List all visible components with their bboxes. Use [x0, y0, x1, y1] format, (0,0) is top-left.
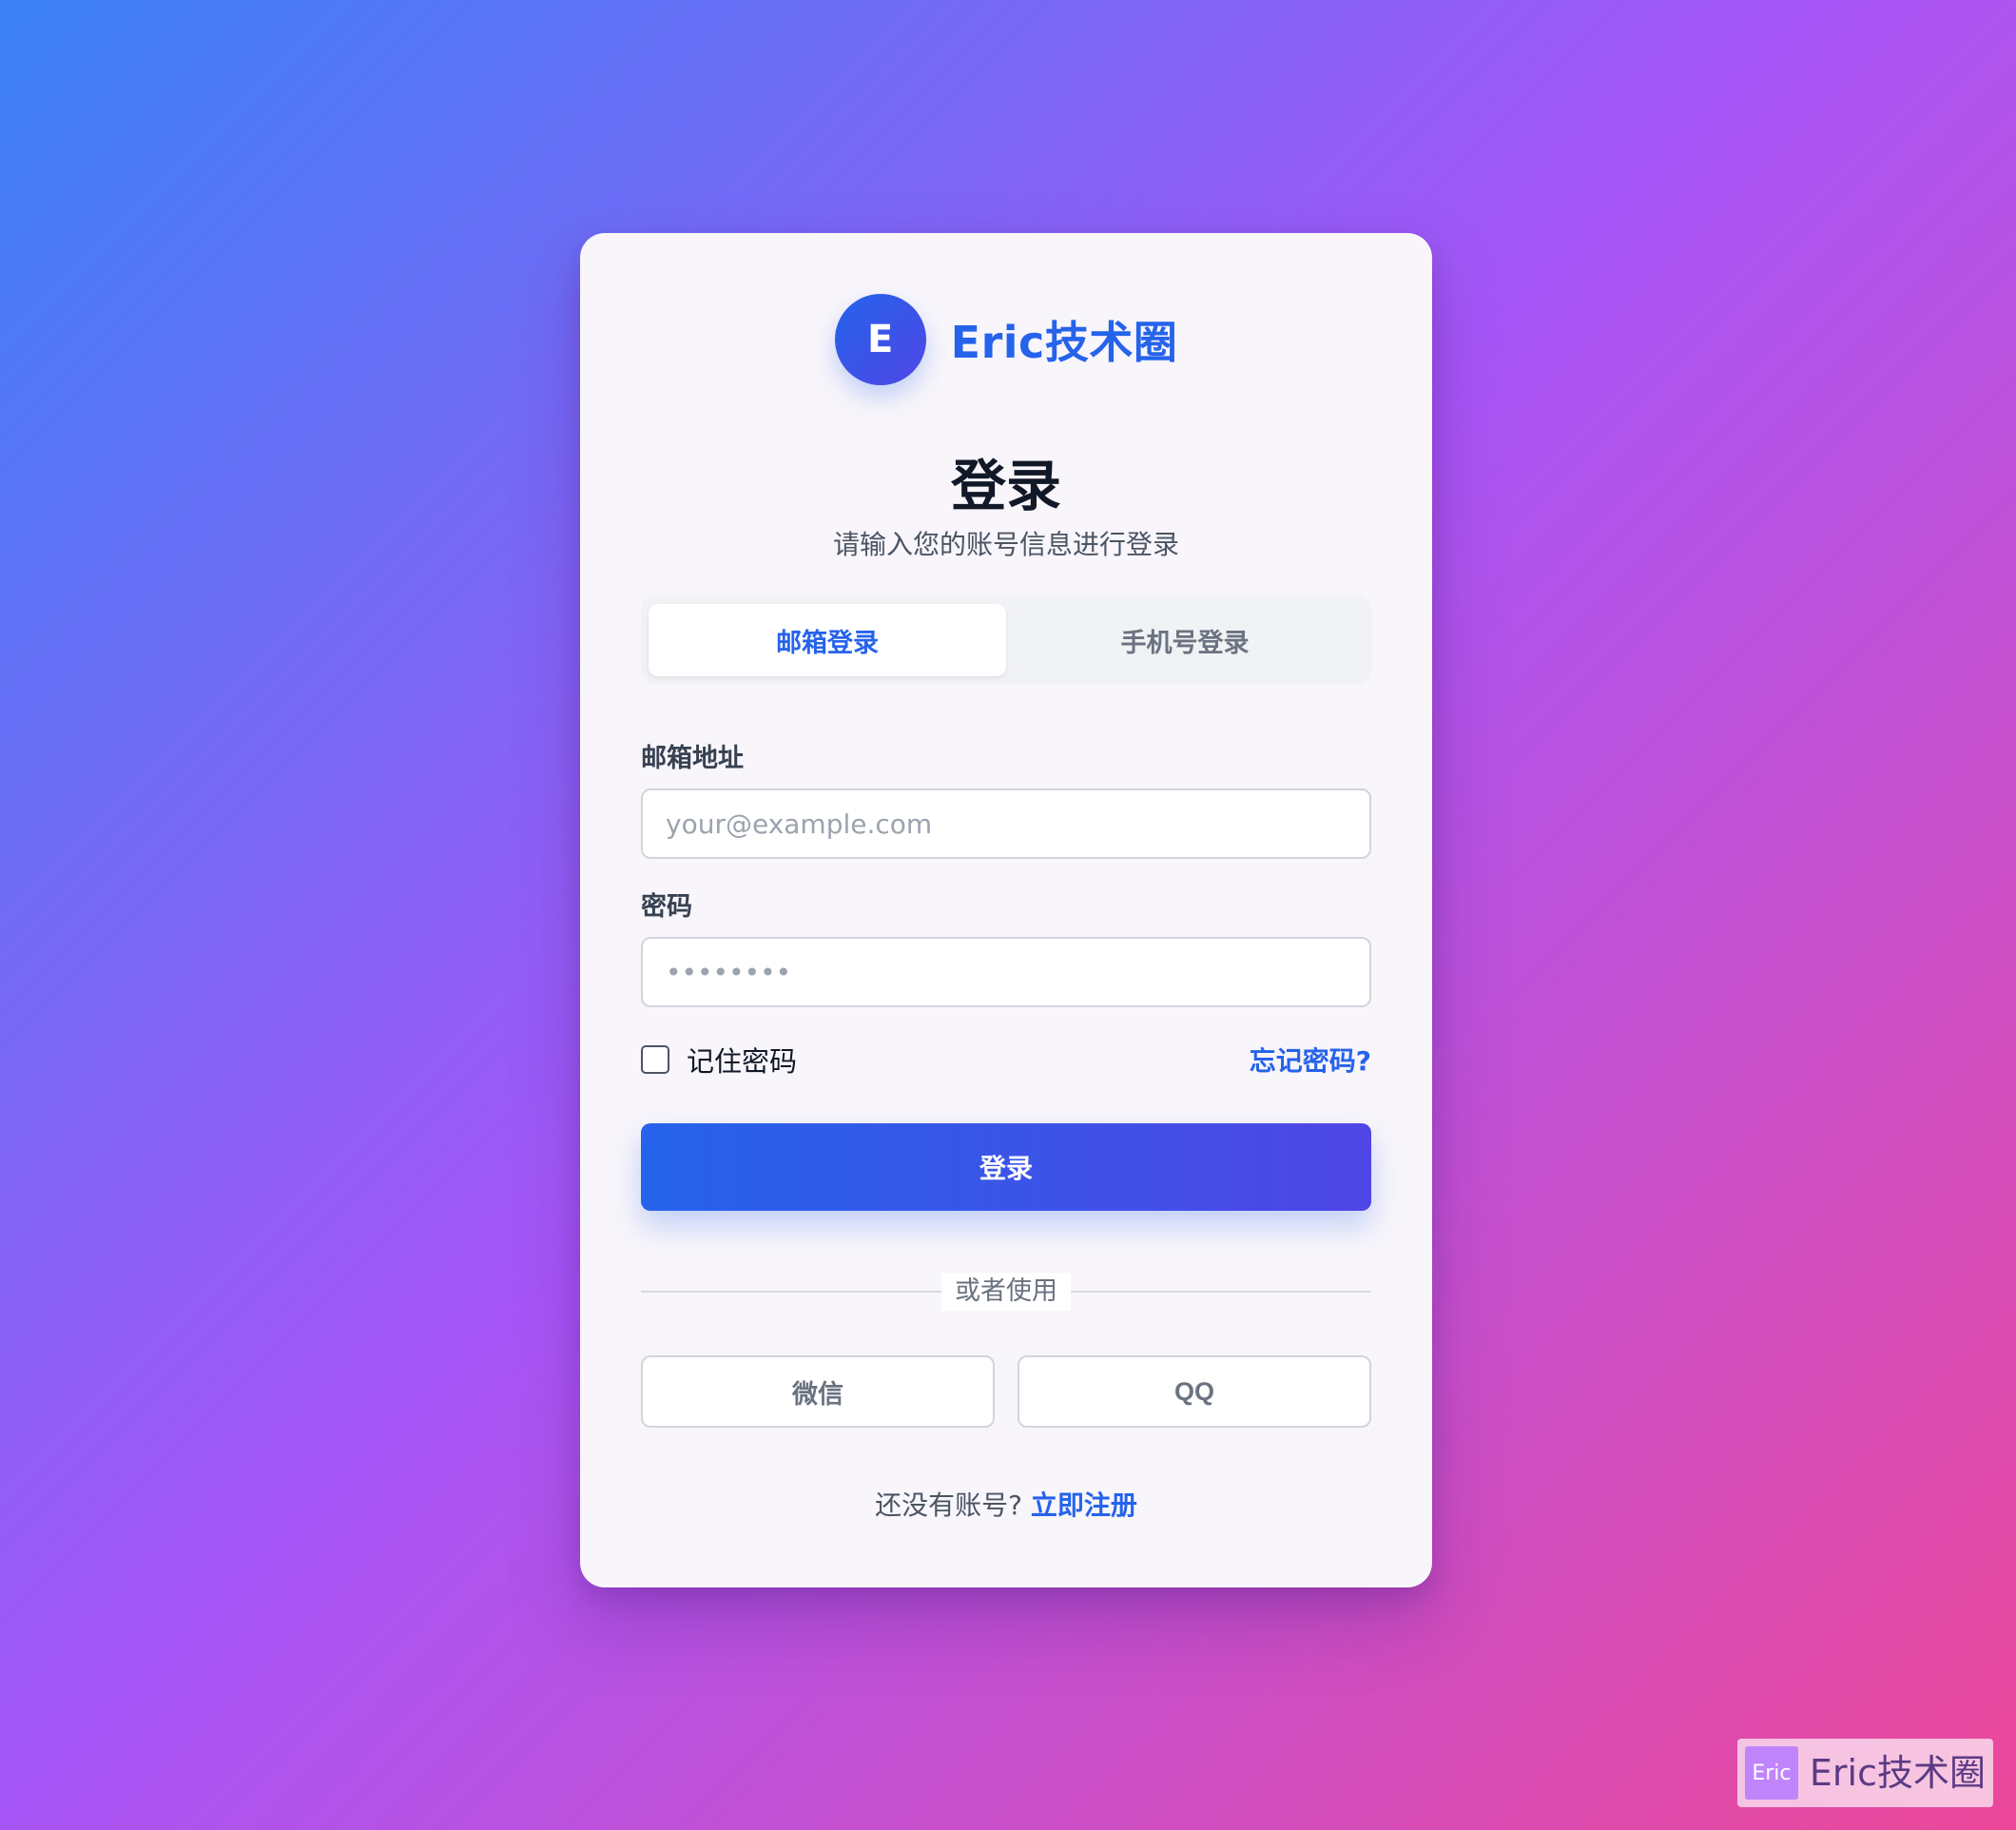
page-subtitle: 请输入您的账号信息进行登录: [832, 529, 1179, 560]
register-link[interactable]: 立即注册: [1031, 1489, 1137, 1521]
divider-label: 或者使用: [941, 1273, 1071, 1311]
forgot-password-link[interactable]: 忘记密码?: [1250, 1041, 1371, 1079]
tab-phone-login[interactable]: 手机号登录: [1006, 604, 1364, 676]
wechat-login-button[interactable]: 微信: [641, 1355, 995, 1428]
password-label: 密码: [641, 892, 692, 922]
remember-password-control[interactable]: 记住密码: [641, 1040, 797, 1080]
login-card: E Eric技术圈 登录 请输入您的账号信息进行登录 邮箱登录 手机号登录 邮箱…: [580, 233, 1432, 1587]
tab-email-login[interactable]: 邮箱登录: [649, 604, 1006, 676]
login-method-tabs: 邮箱登录 手机号登录: [641, 596, 1371, 684]
email-field[interactable]: [641, 788, 1371, 859]
watermark: Eric Eric技术圈: [1736, 1739, 1993, 1807]
remember-password-label: 记住密码: [687, 1045, 798, 1078]
brand-logo: E: [834, 294, 926, 385]
password-field[interactable]: [641, 937, 1371, 1007]
watermark-logo-icon: Eric: [1744, 1746, 1798, 1800]
social-login-buttons: 微信 QQ: [641, 1355, 1371, 1428]
brand-header: E Eric技术圈: [580, 294, 1432, 385]
registration-prompt: 还没有账号? 立即注册: [580, 1488, 1432, 1524]
registration-question: 还没有账号?: [875, 1489, 1022, 1521]
watermark-text: Eric技术圈: [1809, 1752, 1986, 1794]
page-title: 登录: [950, 453, 1061, 518]
login-button[interactable]: 登录: [641, 1123, 1371, 1211]
email-label: 邮箱地址: [641, 744, 744, 773]
remember-password-checkbox[interactable]: [641, 1045, 669, 1074]
login-options-row: 记住密码 忘记密码?: [641, 1041, 1371, 1079]
brand-name: Eric技术圈: [950, 317, 1178, 368]
qq-login-button[interactable]: QQ: [1018, 1355, 1371, 1428]
social-login-divider: 或者使用: [641, 1273, 1371, 1311]
